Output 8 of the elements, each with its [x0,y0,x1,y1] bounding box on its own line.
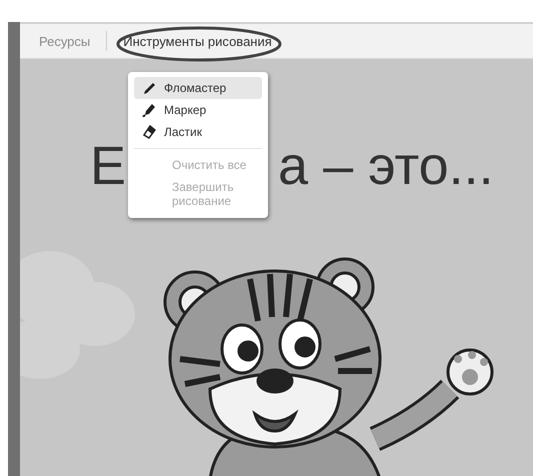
pen-icon [142,81,156,95]
marker-icon [142,103,156,117]
slide-title: а – это... [278,139,494,193]
menu-item[interactable]: Ластик [134,121,262,143]
menu-item[interactable]: Маркер [134,99,262,121]
slide-title: Е [90,139,126,193]
eraser-icon [142,125,156,139]
menu-item[interactable]: Фломастер [134,77,262,99]
